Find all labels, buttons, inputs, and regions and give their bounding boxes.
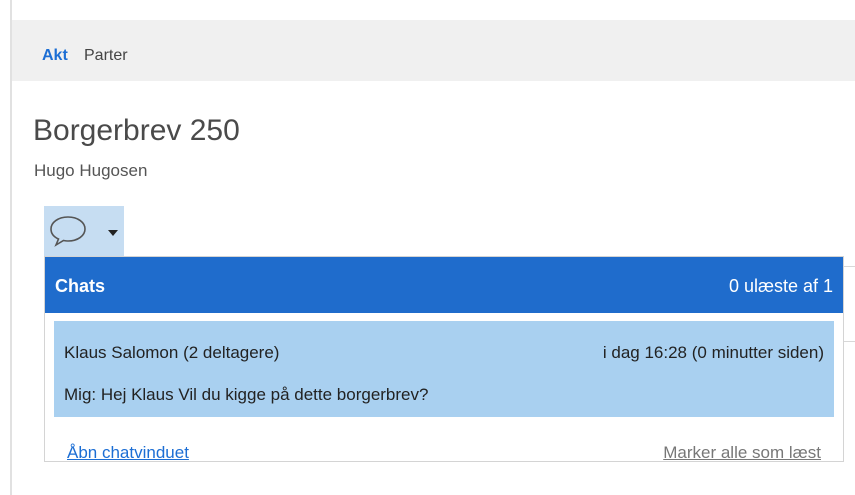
- speech-bubble-icon: [50, 216, 86, 247]
- page-title: Borgerbrev 250: [33, 114, 240, 147]
- caret-down-icon: [108, 230, 118, 236]
- chat-dropdown-button[interactable]: [44, 206, 124, 256]
- chats-title: Chats: [55, 276, 106, 296]
- unread-count: 0 ulæste af 1: [728, 276, 833, 296]
- page-subtitle: Hugo Hugosen: [34, 161, 148, 180]
- tab-parter[interactable]: Parter: [84, 46, 128, 66]
- mark-all-read-link[interactable]: Marker alle som læst: [663, 442, 821, 464]
- tab-bar: Akt Parter: [12, 20, 855, 81]
- chats-panel-header: Chats 0 ulæste af 1: [45, 257, 843, 313]
- chat-timestamp: i dag 16:28 (0 minutter siden): [602, 343, 824, 362]
- tab-akt[interactable]: Akt: [42, 46, 68, 66]
- chat-last-message: Mig: Hej Klaus Vil du kigge på dette bor…: [64, 385, 429, 404]
- chat-item[interactable]: Klaus Salomon (2 deltagere) i dag 16:28 …: [54, 321, 834, 417]
- chats-panel: Chats 0 ulæste af 1 Klaus Salomon (2 del…: [44, 256, 844, 462]
- chat-participants: Klaus Salomon (2 deltagere): [64, 343, 280, 362]
- open-chat-window-link[interactable]: Åbn chatvinduet: [67, 442, 189, 464]
